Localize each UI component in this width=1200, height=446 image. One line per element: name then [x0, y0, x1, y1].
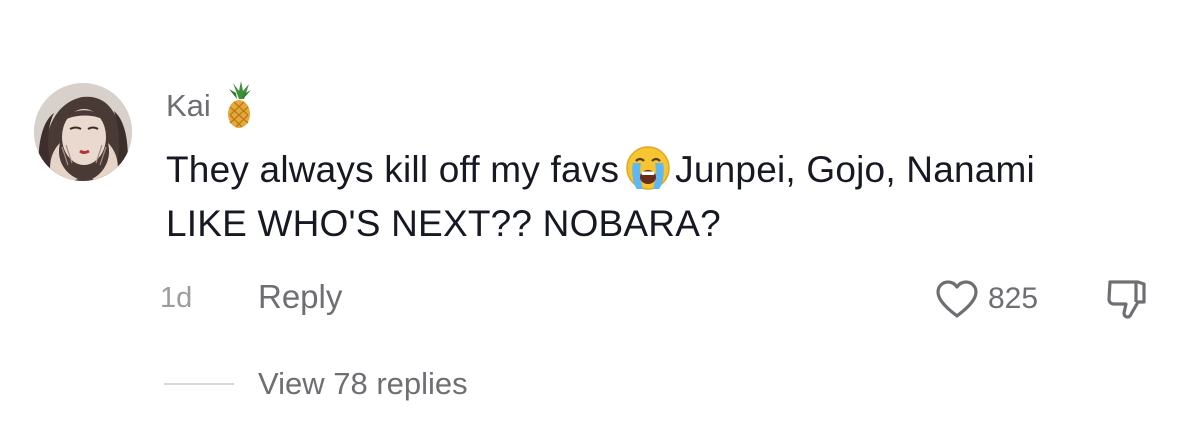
username[interactable]: Kai	[166, 90, 211, 121]
like-count: 825	[988, 282, 1039, 315]
view-replies-label: View 78 replies	[258, 366, 468, 401]
pineapple-emoji-icon	[227, 81, 251, 128]
comment-meta-row: 1d Reply 825	[160, 276, 1160, 322]
replies-divider	[164, 383, 234, 385]
timestamp: 1d	[160, 282, 193, 314]
username-row: Kai	[166, 80, 257, 130]
loudly-crying-face-icon	[626, 146, 670, 190]
avatar[interactable]	[34, 83, 132, 181]
avatar-illustration	[34, 83, 132, 181]
reply-button[interactable]: Reply	[258, 278, 342, 316]
heart-icon	[936, 280, 978, 318]
comment-text: They always kill off my favs Junpei, Goj…	[166, 143, 1126, 251]
like-button[interactable]: 825	[934, 276, 1038, 322]
view-replies-button[interactable]: View 78 replies	[164, 362, 468, 406]
comment-text-part1: They always kill off my favs	[166, 149, 620, 190]
thumbs-down-icon	[1107, 280, 1146, 319]
dislike-button[interactable]	[1104, 278, 1148, 325]
